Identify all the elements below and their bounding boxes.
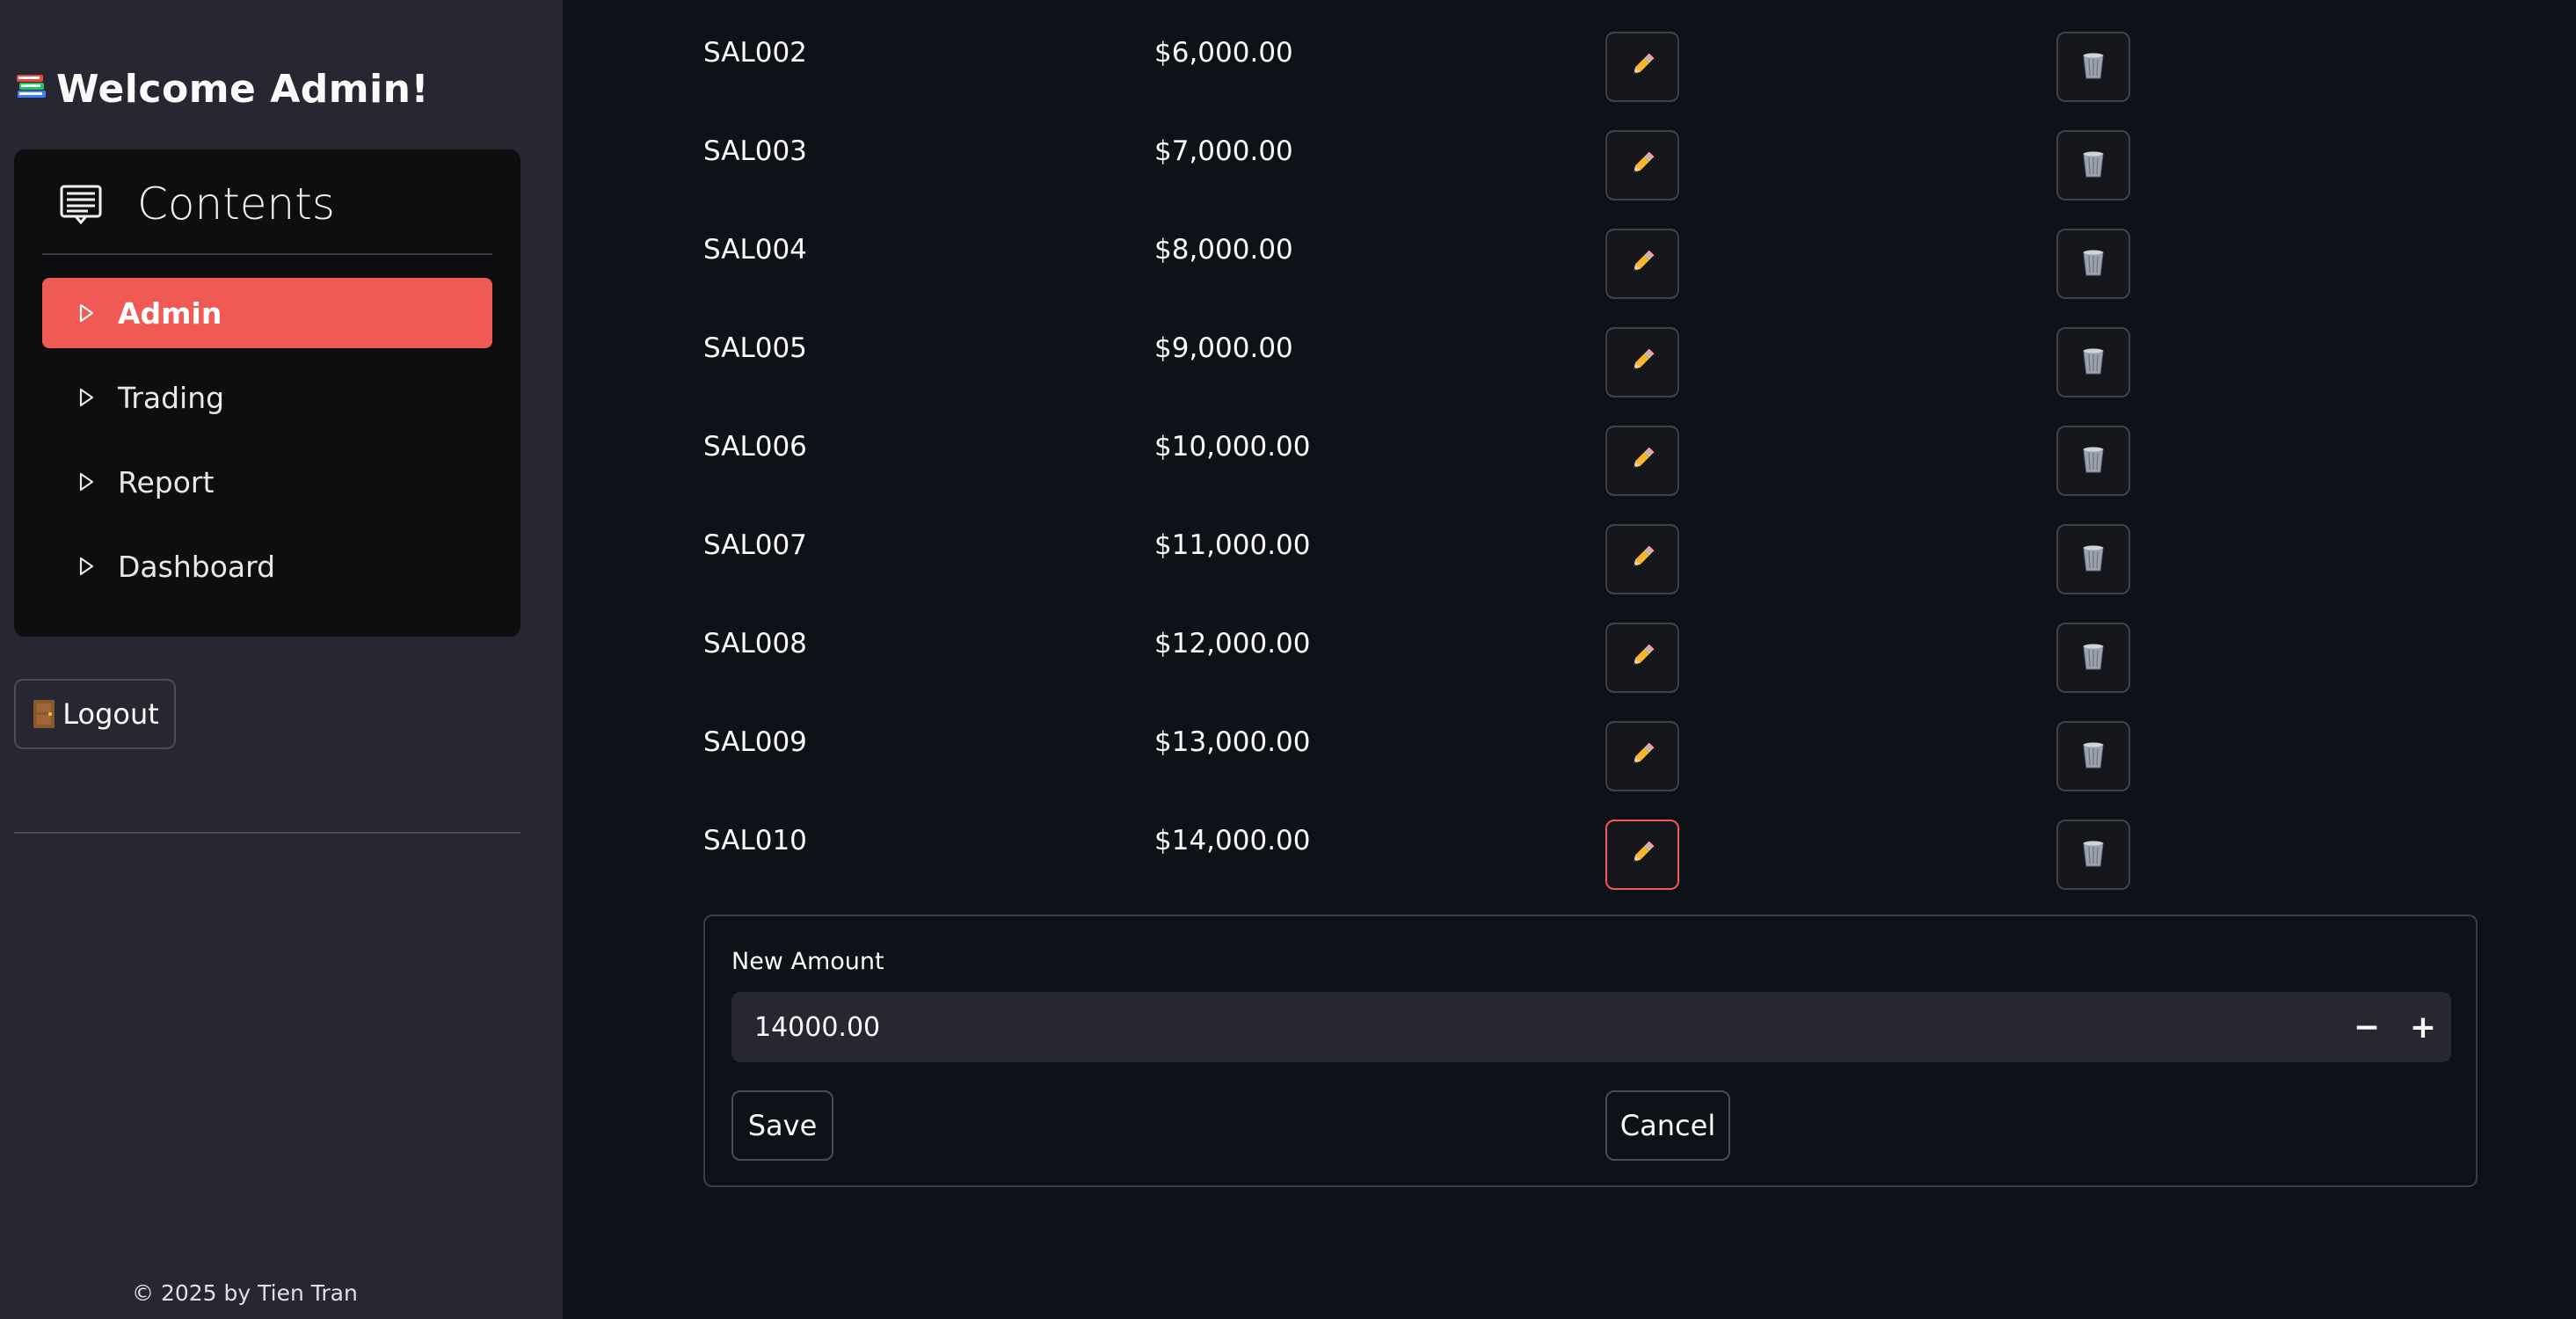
cancel-button[interactable]: Cancel xyxy=(1605,1090,1730,1161)
caret-right-icon xyxy=(79,303,94,323)
salary-amount: $10,000.00 xyxy=(1154,431,1311,463)
increment-button[interactable]: + xyxy=(2395,992,2451,1062)
trash-icon xyxy=(2079,247,2107,281)
decrement-button[interactable]: − xyxy=(2339,992,2395,1062)
delete-button[interactable] xyxy=(2056,623,2130,693)
delete-button[interactable] xyxy=(2056,426,2130,496)
save-button[interactable]: Save xyxy=(731,1090,833,1161)
salary-id: SAL004 xyxy=(703,234,807,266)
trash-icon xyxy=(2079,149,2107,182)
trash-icon xyxy=(2079,641,2107,674)
trash-icon xyxy=(2079,838,2107,871)
salary-id: SAL009 xyxy=(703,726,807,758)
table-row: SAL003 $7,000.00 xyxy=(0,130,2576,206)
salary-amount: $11,000.00 xyxy=(1154,529,1311,561)
footer-copyright: © 2025 by Tien Tran xyxy=(132,1280,358,1306)
table-row: SAL002 $6,000.00 xyxy=(0,32,2576,107)
delete-button[interactable] xyxy=(2056,721,2130,791)
pencil-icon xyxy=(1627,50,1657,84)
trash-icon xyxy=(2079,740,2107,773)
delete-button[interactable] xyxy=(2056,229,2130,299)
edit-form: New Amount 14000.00 − + Save Cancel xyxy=(703,915,2478,1187)
table-row: SAL007 $11,000.00 xyxy=(0,524,2576,600)
new-amount-label: New Amount xyxy=(731,948,884,975)
edit-button[interactable] xyxy=(1605,130,1679,200)
trash-icon xyxy=(2079,346,2107,379)
salary-amount: $9,000.00 xyxy=(1154,332,1293,364)
edit-button[interactable] xyxy=(1605,524,1679,594)
edit-button[interactable] xyxy=(1605,32,1679,102)
delete-button[interactable] xyxy=(2056,327,2130,397)
delete-button[interactable] xyxy=(2056,820,2130,890)
edit-button[interactable] xyxy=(1605,820,1679,890)
edit-button[interactable] xyxy=(1605,721,1679,791)
salary-id: SAL010 xyxy=(703,825,807,856)
salary-id: SAL002 xyxy=(703,37,807,69)
pencil-icon xyxy=(1627,543,1657,576)
salary-id: SAL008 xyxy=(703,628,807,660)
salary-amount: $6,000.00 xyxy=(1154,37,1293,69)
salary-id: SAL005 xyxy=(703,332,807,364)
pencil-icon xyxy=(1627,838,1657,871)
table-row: SAL005 $9,000.00 xyxy=(0,327,2576,403)
new-amount-value[interactable]: 14000.00 xyxy=(754,1012,2339,1043)
pencil-icon xyxy=(1627,444,1657,477)
table-row: SAL006 $10,000.00 xyxy=(0,426,2576,501)
salary-amount: $14,000.00 xyxy=(1154,825,1311,856)
delete-button[interactable] xyxy=(2056,32,2130,102)
new-amount-input[interactable]: 14000.00 − + xyxy=(731,992,2451,1062)
trash-icon xyxy=(2079,543,2107,576)
salary-id: SAL003 xyxy=(703,135,807,167)
pencil-icon xyxy=(1627,641,1657,674)
table-row: SAL010 $14,000.00 xyxy=(0,820,2576,895)
salary-id: SAL007 xyxy=(703,529,807,561)
table-row: SAL004 $8,000.00 xyxy=(0,229,2576,304)
door-icon xyxy=(33,700,55,728)
salary-id: SAL006 xyxy=(703,431,807,463)
salary-amount: $7,000.00 xyxy=(1154,135,1293,167)
table-row: SAL009 $13,000.00 xyxy=(0,721,2576,797)
trash-icon xyxy=(2079,50,2107,84)
pencil-icon xyxy=(1627,346,1657,379)
salary-amount: $8,000.00 xyxy=(1154,234,1293,266)
edit-button[interactable] xyxy=(1605,327,1679,397)
salary-amount: $12,000.00 xyxy=(1154,628,1311,660)
edit-button[interactable] xyxy=(1605,229,1679,299)
delete-button[interactable] xyxy=(2056,130,2130,200)
edit-button[interactable] xyxy=(1605,623,1679,693)
pencil-icon xyxy=(1627,247,1657,281)
pencil-icon xyxy=(1627,740,1657,773)
edit-button[interactable] xyxy=(1605,426,1679,496)
trash-icon xyxy=(2079,444,2107,477)
table-row: SAL008 $12,000.00 xyxy=(0,623,2576,698)
delete-button[interactable] xyxy=(2056,524,2130,594)
pencil-icon xyxy=(1627,149,1657,182)
salary-amount: $13,000.00 xyxy=(1154,726,1311,758)
